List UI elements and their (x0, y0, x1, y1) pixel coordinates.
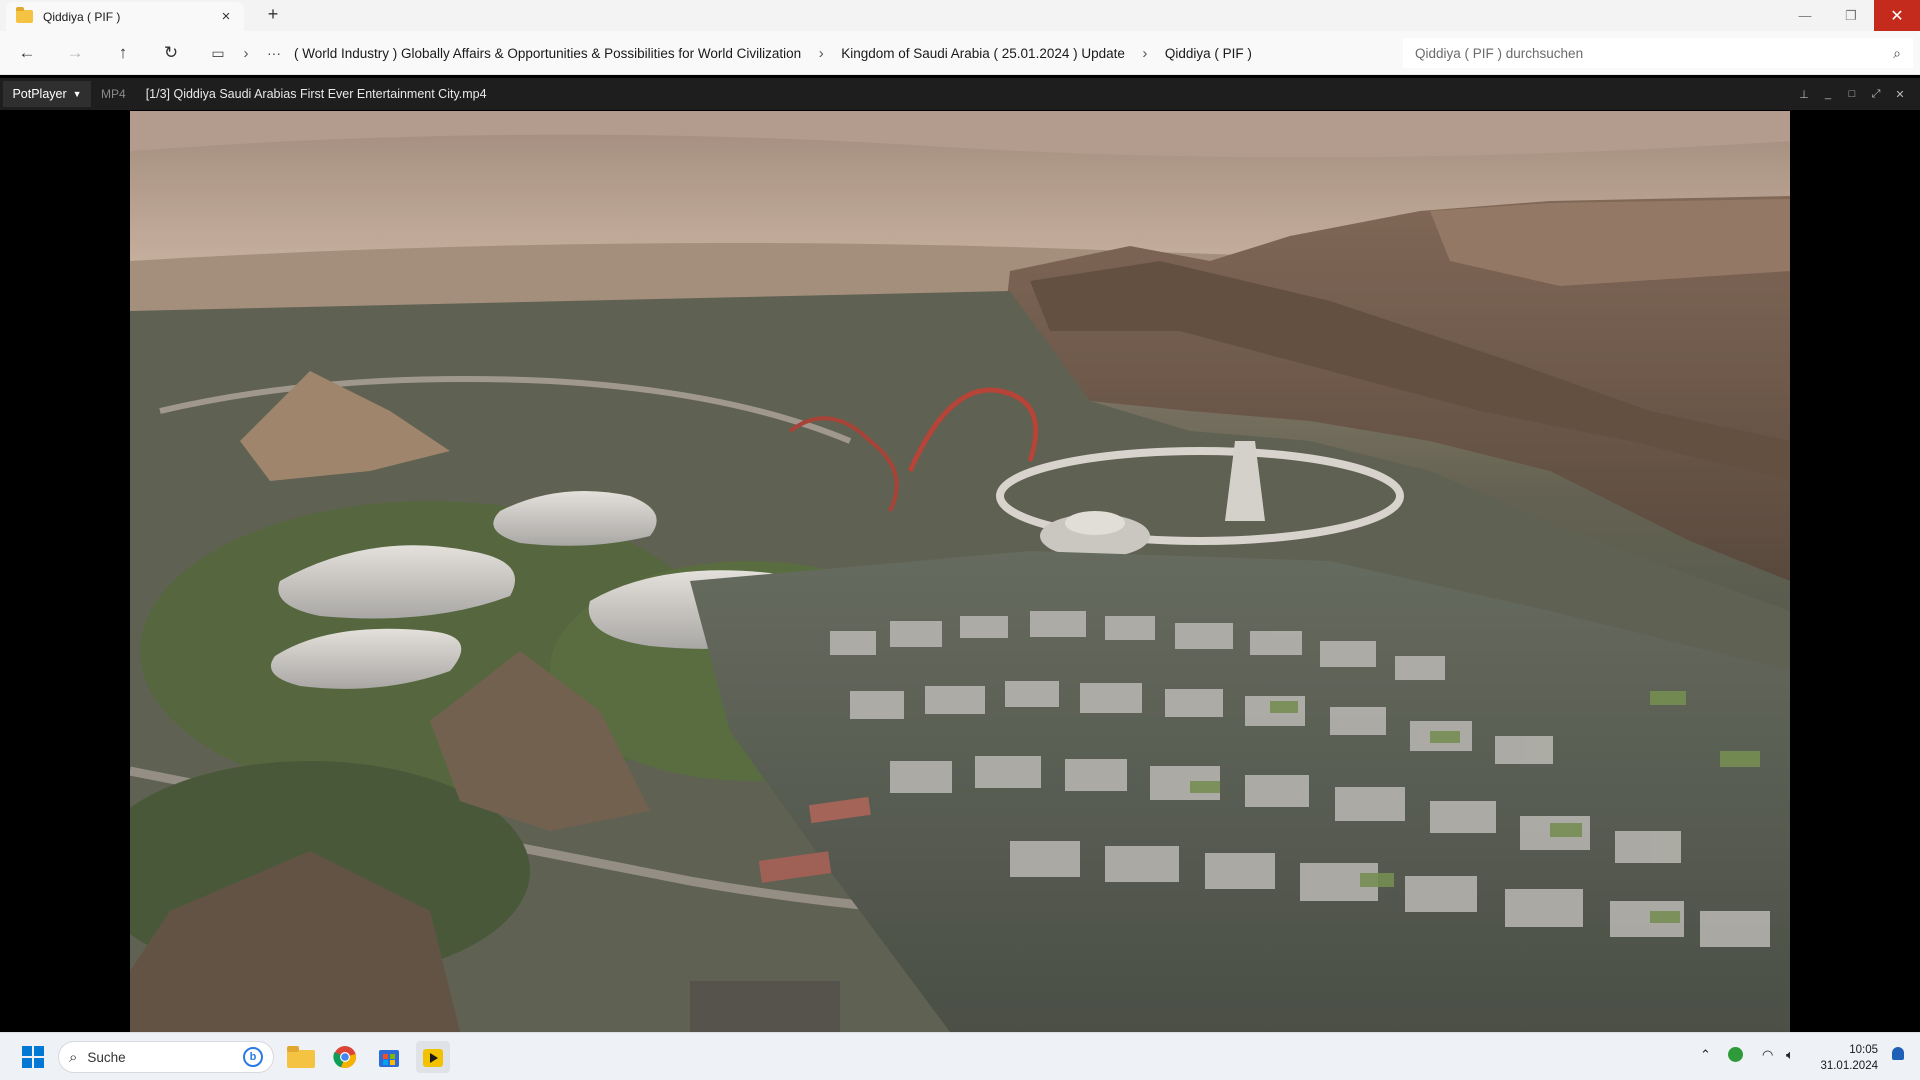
video-frame[interactable] (130, 111, 1790, 1032)
fullscreen-icon[interactable]: ⤢ (1864, 78, 1888, 110)
search-icon: ⌕ (69, 1048, 78, 1066)
chevron-down-icon: ▼ (72, 89, 82, 99)
monitor-icon[interactable]: ▭ (204, 45, 232, 62)
microsoft-store-icon (379, 1050, 399, 1067)
player-maximize-button[interactable]: □ (1840, 78, 1864, 110)
chevron-right-icon[interactable]: › (807, 45, 835, 62)
clock[interactable]: 10:05 31.01.2024 (1820, 1042, 1878, 1074)
start-button[interactable] (16, 1041, 50, 1073)
breadcrumb-item[interactable]: Kingdom of Saudi Arabia ( 25.01.2024 ) U… (835, 46, 1131, 61)
player-brand: PotPlayer (12, 87, 67, 101)
pin-icon[interactable]: ⊥ (1792, 78, 1816, 110)
taskbar-search[interactable]: ⌕ Suche b (58, 1041, 274, 1073)
breadcrumb[interactable]: ▭ › ··· ( World Industry ) Globally Affa… (204, 38, 1400, 68)
potplayer-menu-button[interactable]: PotPlayer ▼ (3, 81, 91, 107)
search-input[interactable]: Qiddiya ( PIF ) durchsuchen ⌕ (1403, 38, 1913, 68)
clock-date: 31.01.2024 (1820, 1060, 1878, 1072)
explorer-tab[interactable]: Qiddiya ( PIF ) × (6, 2, 244, 31)
folder-icon (16, 7, 33, 23)
search-icon: ⌕ (1893, 44, 1901, 61)
notification-bell-icon[interactable] (1892, 1047, 1904, 1063)
explorer-toolbar: ← → ↑ ↻ ▭ › ··· ( World Industry ) Globa… (0, 31, 1920, 75)
player-title-bar: PotPlayer ▼ MP4 [1/3] Qiddiya Saudi Arab… (0, 78, 1920, 110)
back-button[interactable]: ← (14, 41, 40, 65)
close-window-button[interactable]: ✕ (1874, 0, 1920, 31)
breadcrumb-item[interactable]: Qiddiya ( PIF ) (1159, 46, 1258, 61)
microsoft-store-button[interactable] (372, 1041, 406, 1073)
taskbar: ⌕ Suche b ⌃ ◠ 🔈︎ 10:05 31.01.2024 (0, 1032, 1920, 1080)
file-explorer-button[interactable] (284, 1041, 318, 1073)
chevron-up-icon[interactable]: ⌃ (1700, 1047, 1711, 1063)
chrome-icon (333, 1046, 356, 1069)
chrome-button[interactable] (328, 1041, 362, 1073)
new-tab-button[interactable]: + (263, 4, 283, 25)
tab-title: Qiddiya ( PIF ) (43, 9, 121, 24)
format-label: MP4 (101, 87, 126, 101)
search-placeholder: Qiddiya ( PIF ) durchsuchen (1415, 45, 1584, 61)
file-title: [1/3] Qiddiya Saudi Arabias First Ever E… (145, 87, 487, 101)
security-icon[interactable] (1728, 1047, 1743, 1065)
forward-button[interactable]: → (62, 41, 88, 65)
minimize-button[interactable]: — (1782, 0, 1828, 31)
up-button[interactable]: ↑ (110, 41, 136, 65)
chevron-right-icon[interactable]: › (1131, 45, 1159, 62)
explorer-tab-strip: Qiddiya ( PIF ) × + — ❐ ✕ (0, 0, 1920, 31)
clock-time: 10:05 (1849, 1044, 1878, 1056)
breadcrumb-item[interactable]: ( World Industry ) Globally Affairs & Op… (288, 46, 807, 61)
potplayer-icon (423, 1049, 443, 1067)
volume-icon[interactable]: 🔈︎ (1786, 1047, 1794, 1063)
bing-icon[interactable]: b (243, 1047, 263, 1067)
chevron-right-icon[interactable]: › (232, 45, 260, 62)
wifi-icon[interactable]: ◠ (1762, 1047, 1773, 1063)
maximize-button[interactable]: ❐ (1828, 0, 1874, 31)
up-arrow-icon: ↑ (118, 43, 128, 62)
player-minimize-button[interactable]: _ (1816, 78, 1840, 110)
refresh-button[interactable]: ↻ (158, 41, 184, 65)
refresh-icon: ↻ (163, 43, 179, 62)
back-arrow-icon: ← (18, 43, 36, 62)
city-aerial-image (130, 111, 1790, 1032)
potplayer-taskbar-button[interactable] (416, 1041, 450, 1073)
taskbar-search-label: Suche (87, 1049, 126, 1065)
more-icon[interactable]: ··· (260, 45, 288, 61)
player-close-button[interactable]: ✕ (1888, 78, 1912, 110)
forward-arrow-icon: → (66, 43, 84, 62)
file-explorer-icon (287, 1046, 315, 1068)
tab-close-icon[interactable]: × (218, 8, 234, 25)
potplayer-window: PotPlayer ▼ MP4 [1/3] Qiddiya Saudi Arab… (0, 75, 1920, 1032)
windows-start-icon (22, 1046, 44, 1068)
